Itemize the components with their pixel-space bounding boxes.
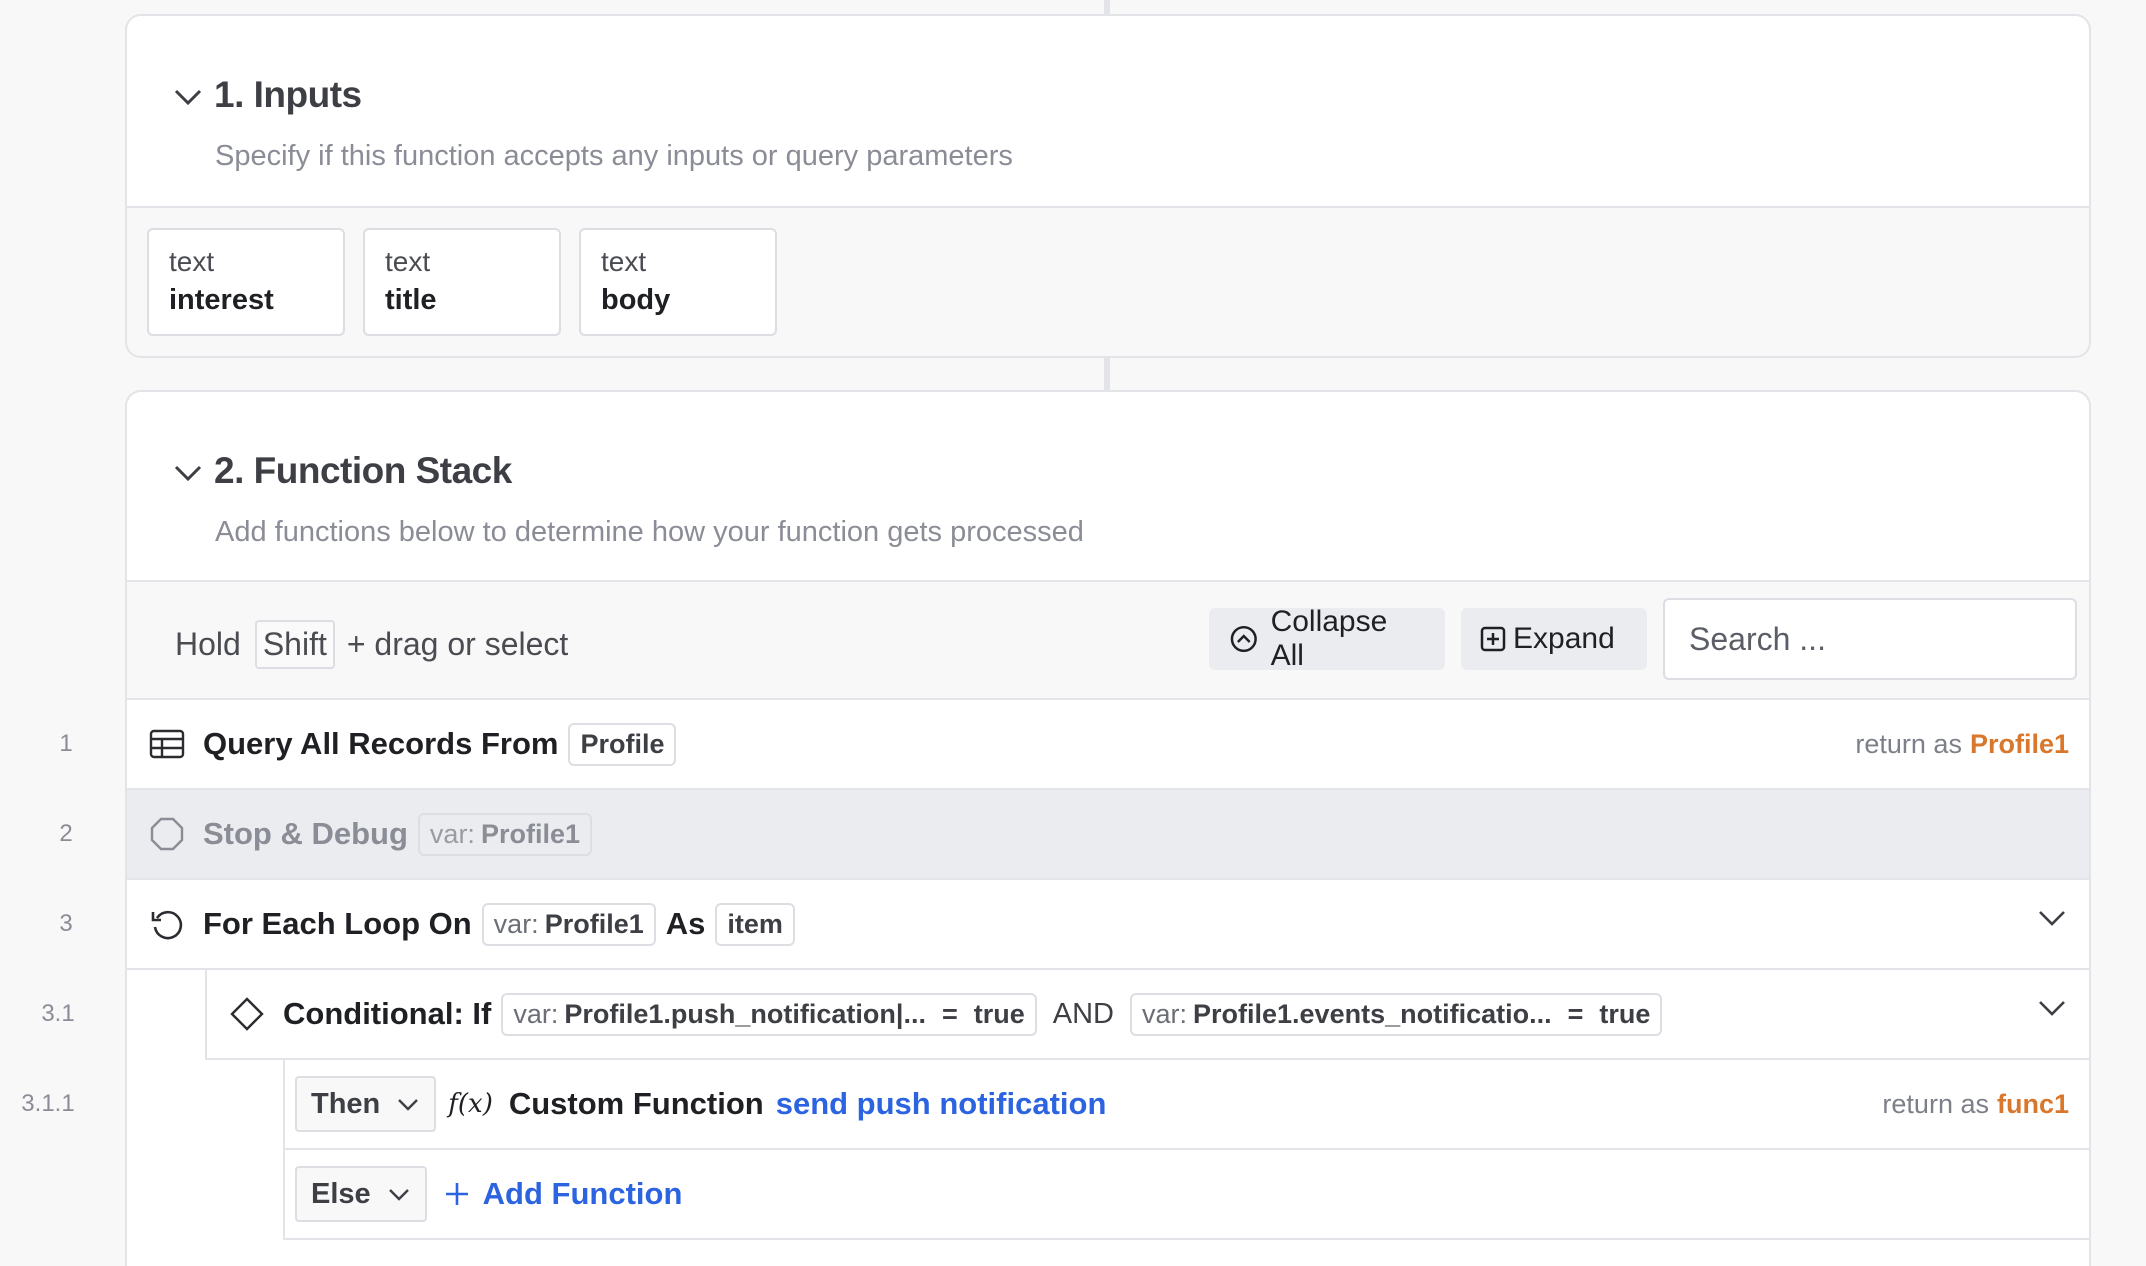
line-number: 2 (59, 820, 73, 847)
function-fx-icon: f(x) (448, 1089, 493, 1119)
input-name: interest (169, 284, 274, 316)
operator: = (941, 998, 958, 1029)
inputs-title: 1. Inputs (214, 74, 362, 115)
return-var[interactable]: Profile1 (1970, 729, 2069, 760)
stack-title: 2. Function Stack (214, 450, 512, 491)
chevron-down-icon (398, 1099, 419, 1111)
input-chip-title[interactable]: text title (363, 228, 561, 336)
input-name: body (601, 284, 671, 316)
collapse-all-button[interactable]: Collapse All (1209, 605, 1445, 672)
line-number: 1 (59, 730, 73, 757)
inputs-card: 1. Inputs Specify if this function accep… (125, 14, 2091, 358)
return-var[interactable]: func1 (1997, 1089, 2069, 1120)
var-prefix: var: (513, 998, 559, 1029)
diamond-icon (230, 997, 264, 1031)
branch-label: Then (311, 1087, 381, 1120)
table-name: Profile (580, 728, 665, 759)
conditional-expand-toggle[interactable] (2037, 998, 2067, 1023)
stack-subtitle: Add functions below to determine how you… (215, 516, 1084, 548)
return-prefix: return as (1855, 728, 1962, 759)
function-label: Query All Records From (203, 726, 559, 761)
plus-icon (445, 1183, 468, 1205)
branch-label: Else (311, 1177, 371, 1210)
inputs-header: 1. Inputs Specify if this function accep… (127, 16, 2089, 208)
expand-button[interactable]: Expand (1461, 608, 1647, 670)
as-label: As (665, 906, 706, 941)
var-name: Profile1 (544, 908, 644, 939)
joiner: AND (1052, 997, 1114, 1030)
line-number: 3.1 (41, 1000, 75, 1027)
function-label: Conditional: If (283, 996, 492, 1031)
hint-hold: Hold (175, 626, 241, 662)
chevron-down-icon (2039, 1001, 2065, 1016)
var-name: Profile1 (480, 818, 580, 849)
function-row-stop-debug[interactable]: Stop & Debug var: Profile1 (127, 790, 2089, 880)
return-prefix: return as (1882, 1088, 1989, 1119)
table-icon (149, 729, 185, 759)
collapse-circle-icon (1230, 625, 1257, 653)
function-stack-card: 2. Function Stack Add functions below to… (125, 390, 2091, 1266)
var-prefix: var: (493, 908, 539, 939)
item-name: item (727, 908, 783, 939)
chevron-down-icon (174, 465, 202, 482)
chevron-down-icon (174, 89, 202, 106)
hint-text: + drag or select (346, 626, 569, 662)
table-pill[interactable]: Profile (568, 722, 677, 766)
stack-search-input[interactable] (1663, 598, 2077, 680)
foreach-expand-toggle[interactable] (2037, 908, 2067, 933)
input-type: text (169, 246, 215, 277)
input-type: text (601, 246, 647, 277)
expand-label: Expand (1513, 622, 1615, 655)
inputs-collapse-toggle[interactable] (171, 80, 205, 114)
chevron-down-icon (2039, 911, 2065, 926)
plus-square-icon (1480, 626, 1506, 652)
function-row-else[interactable]: Else Add Function (283, 1150, 2089, 1240)
shift-key: Shift (254, 620, 335, 669)
var-name: Profile1.push_notification|... (564, 998, 926, 1029)
condition-value: true (973, 998, 1025, 1029)
add-function-button[interactable]: Add Function (443, 1176, 683, 1212)
loop-icon (151, 910, 183, 940)
function-name-link[interactable]: send push notification (776, 1086, 1107, 1122)
input-name: title (385, 284, 437, 316)
return-as: return as Profile1 (1855, 700, 2069, 788)
condition-value: true (1599, 998, 1651, 1029)
var-name: Profile1.events_notificatio... (1193, 998, 1552, 1029)
multi-select-hint: Hold Shift + drag or select (175, 620, 568, 669)
inputs-subtitle: Specify if this function accepts any inp… (215, 140, 1013, 172)
chevron-down-icon (388, 1189, 409, 1201)
collapse-all-label: Collapse All (1270, 605, 1388, 672)
inputs-list: text interest text title text body (127, 208, 2089, 356)
operator: = (1567, 998, 1584, 1029)
branch-select-else[interactable]: Else (295, 1166, 427, 1222)
condition-pill-1[interactable]: var: Profile1.push_notification|... = tr… (501, 992, 1037, 1036)
input-type: text (385, 246, 431, 277)
function-row-conditional[interactable]: Conditional: If var: Profile1.push_notif… (205, 970, 2089, 1060)
stop-octagon-icon (150, 817, 184, 851)
connector-line (1104, 358, 1110, 390)
item-pill[interactable]: item (715, 902, 795, 946)
line-number: 3 (59, 910, 73, 937)
return-as: return as func1 (1882, 1060, 2069, 1148)
function-row-foreach[interactable]: For Each Loop On var: Profile1 As item (127, 880, 2089, 970)
var-pill[interactable]: var: Profile1 (481, 902, 656, 946)
function-stack-header: 2. Function Stack Add functions below to… (127, 392, 2089, 582)
var-prefix: var: (429, 818, 475, 849)
input-chip-interest[interactable]: text interest (147, 228, 345, 336)
branch-select-then[interactable]: Then (295, 1076, 437, 1132)
add-function-label: Add Function (482, 1176, 683, 1211)
var-pill[interactable]: var: Profile1 (417, 812, 592, 856)
function-label: For Each Loop On (203, 906, 472, 941)
var-prefix: var: (1141, 998, 1187, 1029)
function-row-query[interactable]: Query All Records From Profile return as… (127, 700, 2089, 790)
stack-toolbar: Hold Shift + drag or select Collapse All… (127, 582, 2089, 700)
function-row-then[interactable]: Then f(x) Custom Function send push noti… (283, 1060, 2089, 1150)
condition-pill-2[interactable]: var: Profile1.events_notificatio... = tr… (1129, 992, 1663, 1036)
function-label: Custom Function (508, 1086, 764, 1121)
function-label: Stop & Debug (203, 816, 408, 851)
input-chip-body[interactable]: text body (579, 228, 777, 336)
stack-collapse-toggle[interactable] (171, 456, 205, 490)
line-number: 3.1.1 (21, 1090, 75, 1117)
